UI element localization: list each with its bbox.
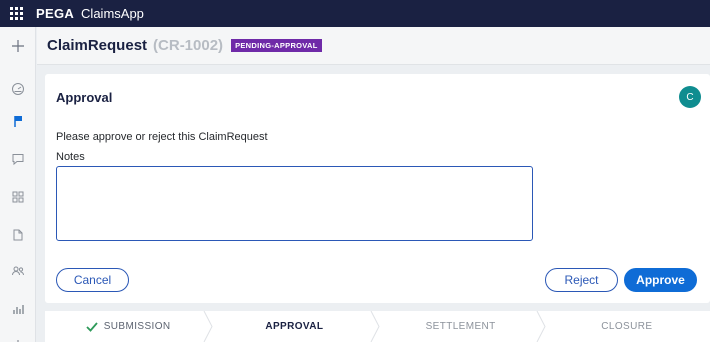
stage-bar: SUBMISSION APPROVAL SETTLEMENT CLOSURE	[45, 311, 710, 342]
users-icon[interactable]	[0, 259, 36, 283]
stage-submission[interactable]: SUBMISSION	[45, 311, 213, 342]
case-id: (CR-1002)	[153, 37, 224, 54]
case-header: ClaimRequest (CR-1002) PENDING-APPROVAL	[37, 27, 710, 65]
approve-button[interactable]: Approve	[624, 268, 697, 292]
notes-label: Notes	[56, 151, 85, 163]
chat-icon[interactable]	[0, 147, 36, 171]
top-bar: PEGA ClaimsApp	[0, 0, 710, 27]
stage-label: CLOSURE	[601, 321, 653, 332]
stage-label: SETTLEMENT	[425, 321, 496, 332]
check-icon	[86, 321, 98, 332]
plus-icon[interactable]	[0, 34, 36, 58]
stage-label: APPROVAL	[265, 321, 324, 332]
reports-icon[interactable]	[0, 297, 36, 321]
stage-label: SUBMISSION	[103, 321, 171, 332]
avatar[interactable]: C	[679, 86, 701, 108]
notes-field[interactable]	[56, 166, 533, 241]
app-name: ClaimsApp	[81, 6, 144, 21]
stage-approval[interactable]: APPROVAL	[211, 311, 380, 342]
case-title: ClaimRequest	[47, 37, 148, 54]
sidebar	[0, 27, 36, 342]
status-badge: PENDING-APPROVAL	[231, 39, 322, 52]
stage-settlement[interactable]: SETTLEMENT	[378, 311, 546, 342]
approval-card: Approval C Please approve or reject this…	[45, 74, 710, 303]
document-icon[interactable]	[0, 223, 36, 247]
cancel-button[interactable]: Cancel	[56, 268, 129, 292]
more-icon[interactable]	[0, 332, 36, 342]
brand-logo: PEGA	[36, 6, 75, 21]
card-title: Approval	[56, 90, 113, 105]
stage-closure[interactable]: CLOSURE	[544, 311, 710, 342]
dashboard-icon[interactable]	[0, 77, 36, 101]
instructions-text: Please approve or reject this ClaimReque…	[56, 131, 268, 143]
reject-button[interactable]: Reject	[545, 268, 618, 292]
flag-icon[interactable]	[0, 109, 36, 133]
grid-icon[interactable]	[0, 185, 36, 209]
app-launcher-icon[interactable]	[0, 0, 32, 27]
